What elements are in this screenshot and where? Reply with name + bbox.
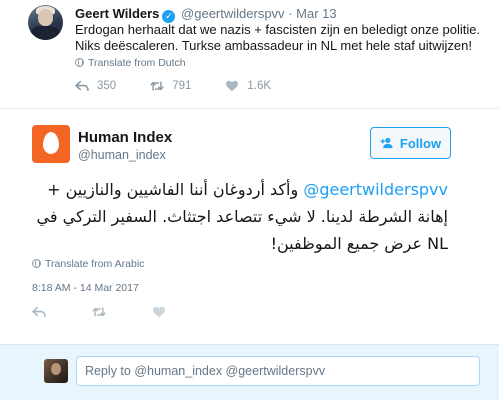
author-name[interactable]: Geert Wilders: [75, 6, 159, 21]
avatar[interactable]: [32, 125, 70, 163]
author-handle[interactable]: @geertwilderspvv: [181, 6, 285, 21]
tweet-timestamp[interactable]: Mar 13: [296, 6, 336, 21]
egg-icon: [43, 132, 59, 154]
retweet-icon: [150, 81, 164, 91]
follow-label: Follow: [399, 135, 442, 151]
tweet-text: Erdogan herhaalt dat we nazis + fasciste…: [75, 22, 481, 53]
retweet-count: 791: [172, 80, 192, 92]
mention-link[interactable]: @geertwilderspvv: [303, 180, 448, 199]
avatar[interactable]: [28, 5, 63, 40]
user-plus-icon: [380, 137, 393, 149]
reply-bar: Reply to @human_index @geertwilderspvv: [0, 344, 499, 400]
tweet-header: Geert Wilders ✓ @geertwilderspvv · Mar 13: [75, 6, 337, 23]
retweet-button[interactable]: 791: [150, 80, 191, 92]
divider: [0, 108, 499, 109]
like-count: 1.6K: [247, 80, 272, 92]
author-handle[interactable]: @human_index: [78, 148, 166, 162]
translate-label: Translate from Arabic: [45, 258, 145, 270]
author-name[interactable]: Human Index: [78, 129, 172, 146]
reply-input[interactable]: Reply to @human_index @geertwilderspvv: [76, 356, 480, 386]
translate-link[interactable]: Translate from Dutch: [75, 57, 186, 69]
retweet-icon: [92, 307, 106, 317]
globe-icon: [32, 259, 41, 268]
like-button[interactable]: [152, 306, 174, 318]
heart-icon: [153, 306, 165, 318]
heart-icon: [226, 80, 239, 92]
reply-count: 350: [97, 80, 117, 92]
parent-tweet[interactable]: Geert Wilders ✓ @geertwilderspvv · Mar 13…: [0, 0, 499, 108]
tweet-timestamp[interactable]: 8:18 AM - 14 Mar 2017: [32, 282, 139, 294]
translate-label: Translate from Dutch: [88, 57, 186, 69]
reply-button[interactable]: [32, 306, 54, 318]
translate-link[interactable]: Translate from Arabic: [32, 258, 144, 270]
reply-placeholder: Reply to @human_index @geertwilderspvv: [85, 364, 326, 378]
reply-icon: [75, 80, 89, 92]
avatar: [44, 359, 68, 383]
tweet-text: @geertwilderspvv وأكد أردوغان أننا الفاش…: [32, 176, 448, 257]
globe-icon: [75, 58, 84, 67]
tweet-actions: 350 791 1.6K: [75, 80, 305, 92]
like-button[interactable]: 1.6K: [225, 80, 271, 92]
main-tweet-header: Human Index @human_index Follow: [0, 114, 499, 174]
reply-button[interactable]: 350: [75, 80, 116, 92]
reply-icon: [32, 306, 46, 318]
tweet-actions: [32, 306, 212, 318]
separator: ·: [288, 6, 293, 21]
retweet-button[interactable]: [92, 306, 114, 318]
follow-button[interactable]: Follow: [370, 127, 451, 159]
